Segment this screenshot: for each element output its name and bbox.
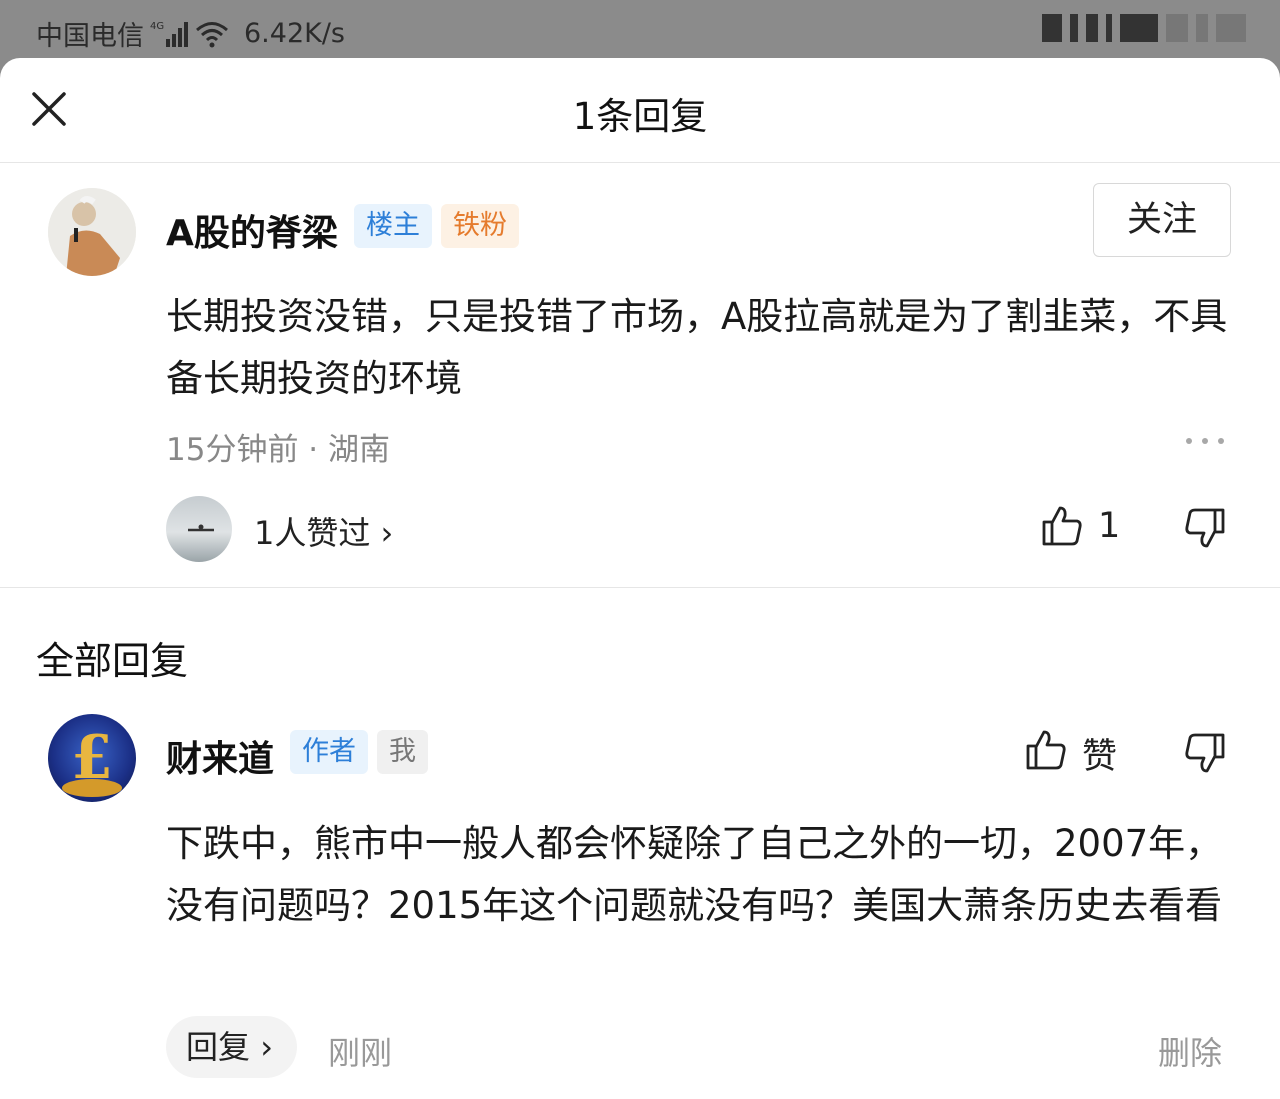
net-type-label: 4G xyxy=(150,21,164,32)
signal-icon: 4G xyxy=(150,21,188,47)
like-label[interactable]: 赞 xyxy=(1082,728,1117,779)
op-badge: 楼主 xyxy=(354,204,432,248)
battery-icon xyxy=(1216,14,1246,42)
status-glyph xyxy=(1042,14,1062,42)
sheet-header: 1条回复 xyxy=(0,58,1280,163)
reply-button-label: 回复 xyxy=(186,1028,251,1066)
status-glyph xyxy=(1196,14,1208,42)
status-icons xyxy=(1042,14,1246,42)
wifi-icon xyxy=(196,21,228,47)
status-glyph xyxy=(1106,14,1112,42)
status-bar: 中国电信 4G 6.42K/s xyxy=(0,0,1280,60)
thumbs-up-icon[interactable] xyxy=(1040,504,1084,548)
status-left: 中国电信 4G 6.42K/s xyxy=(36,14,345,53)
comment-text: 长期投资没错，只是投错了市场，A股拉高就是为了割韭菜，不具备长期投资的环境 xyxy=(166,295,1228,400)
likers-link[interactable]: 1人赞过 › xyxy=(254,508,393,554)
liker-avatar-image xyxy=(188,524,214,532)
status-glyph xyxy=(1120,14,1158,42)
likers-label: 1人赞过 xyxy=(254,514,371,552)
status-glyph xyxy=(1086,14,1098,42)
status-glyph xyxy=(1070,14,1078,42)
fan-badge: 铁粉 xyxy=(441,204,519,248)
author-badge: 作者 xyxy=(290,730,368,774)
more-icon[interactable] xyxy=(1186,438,1224,444)
comment-author[interactable]: A股的脊梁 xyxy=(166,204,338,256)
section-title: 全部回复 xyxy=(36,639,189,683)
reply-avatar[interactable]: £ xyxy=(48,714,136,802)
thumbs-down-icon[interactable] xyxy=(1183,506,1227,550)
avatar[interactable] xyxy=(48,188,136,276)
status-glyph xyxy=(1166,14,1188,42)
comment-meta: 15分钟前 · 湖南 xyxy=(166,432,391,468)
liker-avatar[interactable] xyxy=(166,496,232,562)
thumbs-down-icon[interactable] xyxy=(1183,731,1227,775)
reply-sheet: 1条回复 A股的脊梁 楼主 铁粉 关注 长期投资没错，只是投错了市场，A股拉高就… xyxy=(0,58,1280,1099)
page-title: 1条回复 xyxy=(572,95,708,138)
reply-button[interactable]: 回复 › xyxy=(166,1016,297,1078)
reply-author[interactable]: 财来道 xyxy=(166,730,274,782)
reply-text: 下跌中，熊市中一般人都会怀疑除了自己之外的一切，2007年，没有问题吗？2015… xyxy=(166,822,1223,927)
carrier-label: 中国电信 xyxy=(36,21,144,52)
chevron-right-icon: › xyxy=(370,514,394,552)
thumbs-up-icon[interactable] xyxy=(1024,728,1068,772)
svg-text:£: £ xyxy=(71,723,113,793)
like-count: 1 xyxy=(1098,506,1121,546)
delete-button[interactable]: 删除 xyxy=(1158,1028,1222,1074)
chevron-right-icon: › xyxy=(250,1028,273,1066)
reply-time: 刚刚 xyxy=(328,1034,393,1072)
me-badge: 我 xyxy=(377,730,428,774)
section-divider xyxy=(0,587,1280,588)
reply-avatar-image: £ xyxy=(62,723,122,797)
avatar-image xyxy=(48,188,136,276)
network-speed: 6.42K/s xyxy=(244,18,345,49)
follow-button[interactable]: 关注 xyxy=(1093,183,1231,257)
